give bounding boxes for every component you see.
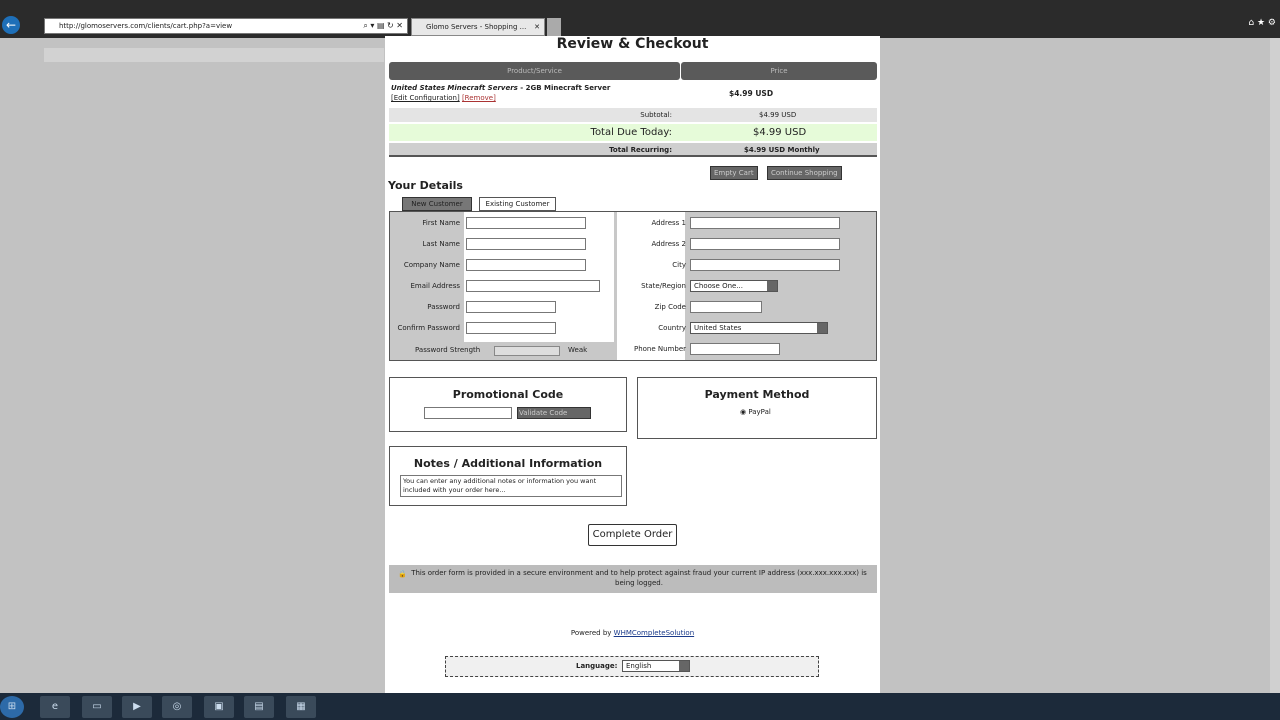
field-label: Address 2: [651, 240, 686, 248]
taskbar-media[interactable]: ▶: [122, 696, 152, 718]
recurring-label: Total Recurring:: [609, 146, 672, 154]
country-select[interactable]: United States: [690, 322, 828, 334]
input-company-name[interactable]: [466, 259, 586, 271]
input-city[interactable]: [690, 259, 840, 271]
field-label: Email Address: [410, 282, 460, 290]
field-label: Last Name: [422, 240, 460, 248]
lock-icon: 🔒: [398, 570, 407, 578]
checkout-page: Review & Checkout Product/Service Price …: [385, 36, 880, 693]
url-text: http://glomoservers.com/clients/cart.php…: [59, 22, 233, 30]
tab-title: Glomo Servers - Shopping ...: [426, 23, 527, 31]
input-phone-number[interactable]: [690, 343, 780, 355]
complete-order-button[interactable]: Complete Order: [588, 524, 677, 546]
taskbar: ⊞ e ▭ ▶ ◎ ▣ ▤ ▦: [0, 693, 1280, 720]
browser-controls[interactable]: ⌂ ★ ⚙: [1248, 18, 1276, 28]
language-select[interactable]: English: [622, 660, 690, 672]
powered-by: Powered by: [570, 629, 614, 637]
col-product: Product/Service: [389, 62, 680, 80]
address-bar[interactable]: http://glomoservers.com/clients/cart.php…: [44, 18, 408, 34]
remove-link[interactable]: [Remove]: [462, 94, 496, 102]
back-button[interactable]: ←: [2, 16, 20, 34]
page-title: Review & Checkout: [556, 36, 709, 52]
background-pane: [880, 38, 1270, 693]
field-label: Zip Code: [654, 303, 686, 311]
input-confirm-password[interactable]: [466, 322, 556, 334]
promo-box: Promotional Code Validate Code: [389, 377, 627, 432]
notes-textarea[interactable]: You can enter any additional notes or in…: [400, 475, 622, 497]
field-label: Phone Number: [633, 345, 686, 353]
password-strength-bar: [494, 346, 560, 356]
field-label: Country: [658, 324, 686, 332]
continue-shopping-button[interactable]: Continue Shopping: [767, 166, 842, 180]
input-address-2[interactable]: [690, 238, 840, 250]
taskbar-app[interactable]: ▦: [286, 696, 316, 718]
col-price: Price: [681, 62, 877, 80]
language-label: Language:: [576, 662, 618, 670]
input-last-name[interactable]: [466, 238, 586, 250]
item-price: $4.99 USD: [729, 89, 774, 98]
payment-title: Payment Method: [704, 388, 810, 401]
tab-existing-customer[interactable]: Existing Customer: [479, 197, 556, 211]
background-pane: [0, 38, 385, 693]
tab-new-customer[interactable]: New Customer: [402, 197, 472, 211]
recurring-value: $4.99 USD Monthly: [744, 146, 820, 154]
taskbar-app[interactable]: ▤: [244, 696, 274, 718]
field-label: Company Name: [403, 261, 460, 269]
new-tab-button[interactable]: [547, 18, 561, 36]
item-name: United States Minecraft Servers: [391, 84, 518, 92]
validate-code-button[interactable]: Validate Code: [517, 407, 591, 419]
password-strength-label: Password Strength: [415, 346, 481, 354]
payment-box: Payment Method ◉ PayPal: [637, 377, 877, 439]
paypal-label: PayPal: [748, 408, 771, 416]
scrollbar[interactable]: [1270, 38, 1280, 693]
notes-title: Notes / Additional Information: [413, 457, 603, 470]
subtotal-label: Subtotal:: [640, 111, 672, 119]
input-email-address[interactable]: [466, 280, 600, 292]
field-label: State/Region: [641, 282, 686, 290]
radio-paypal[interactable]: ◉: [740, 408, 746, 416]
security-notice: 🔒 This order form is provided in a secur…: [389, 565, 877, 593]
address-controls[interactable]: ⌕ ▾ ▤ ↻ ✕: [363, 19, 403, 33]
empty-cart-button[interactable]: Empty Cart: [710, 166, 758, 180]
field-label: City: [672, 261, 686, 269]
browser-tab[interactable]: Glomo Servers - Shopping ... ✕: [411, 18, 545, 36]
taskbar-ie[interactable]: e: [40, 696, 70, 718]
total-value: $4.99 USD: [753, 127, 807, 138]
taskbar-app[interactable]: ▣: [204, 696, 234, 718]
whmcs-link[interactable]: WHMCompleteSolution: [614, 629, 694, 637]
input-password[interactable]: [466, 301, 556, 313]
field-label: Confirm Password: [397, 324, 460, 332]
close-tab-icon[interactable]: ✕: [534, 19, 540, 35]
edit-config-link[interactable]: [Edit Configuration]: [391, 94, 460, 102]
field-label: Address 1: [651, 219, 686, 227]
taskbar-app[interactable]: ◎: [162, 696, 192, 718]
input-address-1[interactable]: [690, 217, 840, 229]
start-button[interactable]: ⊞: [0, 696, 24, 718]
security-text: This order form is provided in a secure …: [411, 569, 867, 587]
input-first-name[interactable]: [466, 217, 586, 229]
taskbar-explorer[interactable]: ▭: [82, 696, 112, 718]
input-zip-code[interactable]: [690, 301, 762, 313]
total-label: Total Due Today:: [590, 127, 672, 138]
browser-toolbar: ← http://glomoservers.com/clients/cart.p…: [0, 0, 1280, 38]
your-details-heading: Your Details: [388, 179, 463, 192]
notes-box: Notes / Additional Information You can e…: [389, 446, 627, 506]
state-select[interactable]: Choose One...: [690, 280, 778, 292]
promo-title: Promotional Code: [452, 388, 564, 401]
promo-code-input[interactable]: [424, 407, 512, 419]
language-bar: Language: English: [445, 656, 819, 677]
item-desc: - 2GB Minecraft Server: [517, 84, 611, 92]
field-label: Password: [427, 303, 460, 311]
field-label: First Name: [422, 219, 460, 227]
details-form: First Name Last Name Company Name Email Add…: [389, 211, 877, 361]
password-strength-value: Weak: [568, 346, 588, 354]
subtotal-value: $4.99 USD: [759, 111, 797, 119]
